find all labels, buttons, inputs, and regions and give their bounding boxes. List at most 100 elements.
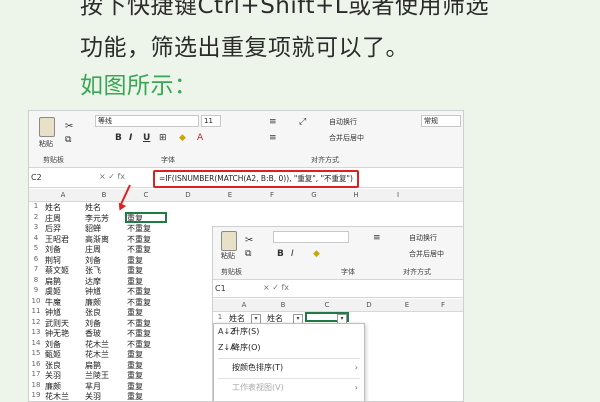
cell-column-c[interactable]: 不重复 xyxy=(127,244,151,255)
formula-bar-icons[interactable]: × ✓ fx xyxy=(99,172,125,181)
cell-column-b[interactable]: 达摩 xyxy=(85,276,101,287)
cell-column-c[interactable]: 不重复 xyxy=(127,286,151,297)
cell-column-c[interactable]: 重复 xyxy=(127,265,143,276)
align-icon-2[interactable]: ≡ xyxy=(373,233,381,243)
cell-column-a[interactable]: 扁鹊 xyxy=(45,276,61,287)
paste-icon-2[interactable] xyxy=(221,231,237,251)
cell-column-a[interactable]: 廉颇 xyxy=(45,381,61,392)
cell-column-b[interactable]: 关羽 xyxy=(85,391,101,401)
column-header-d[interactable]: D xyxy=(167,189,209,201)
selected-cell-c2[interactable] xyxy=(125,212,167,223)
column-header-h[interactable]: H xyxy=(335,189,377,201)
bold-button[interactable]: B xyxy=(115,133,122,143)
menu-item-sort-by-color[interactable]: 按颜色排序(T) › xyxy=(214,360,364,376)
cell-column-a[interactable]: 钟无艳 xyxy=(45,328,69,339)
cell-column-a[interactable]: 刘备 xyxy=(45,339,61,350)
cell-column-a[interactable]: 甄姬 xyxy=(45,349,61,360)
column-header-e[interactable]: E xyxy=(209,189,251,201)
cell-column-b[interactable]: 姓名 xyxy=(85,202,101,213)
cell-column-a[interactable]: 庄周 xyxy=(45,213,61,224)
bold-button-2[interactable]: B xyxy=(277,249,284,259)
cell-column-b[interactable]: 张良 xyxy=(85,307,101,318)
merge-center-button-2[interactable]: 合并后居中 xyxy=(409,249,444,259)
wrap-text-button-2[interactable]: 自动换行 xyxy=(409,233,437,243)
cell-column-c[interactable]: 不重复 xyxy=(127,339,151,350)
menu-item-sort-ascending[interactable]: A↓Z 升序(S) xyxy=(214,324,364,340)
menu-item-sort-descending[interactable]: Z↓A 降序(O) xyxy=(214,340,364,356)
column-header-e-2[interactable]: E xyxy=(389,299,425,311)
cell-column-b[interactable]: 廉颇 xyxy=(85,297,101,308)
cut-icon-2[interactable]: ✂ xyxy=(245,235,253,246)
column-header-d-2[interactable]: D xyxy=(349,299,389,311)
font-color-icon[interactable]: A xyxy=(197,133,203,143)
column-header-c-2[interactable]: C xyxy=(305,299,349,311)
column-header-f-2[interactable]: F xyxy=(425,299,461,311)
column-header-b[interactable]: B xyxy=(83,189,125,201)
italic-button[interactable]: I xyxy=(129,133,132,143)
cell-column-a[interactable]: 后羿 xyxy=(45,223,61,234)
align-top-icon[interactable]: ≡ xyxy=(269,117,277,127)
cell-column-c[interactable]: 不重复 xyxy=(127,318,151,329)
cell-column-c[interactable]: 不重复 xyxy=(127,328,151,339)
cell-column-b[interactable]: 张飞 xyxy=(85,265,101,276)
cell-column-a[interactable]: 武则天 xyxy=(45,318,69,329)
cell-column-a[interactable]: 王昭君 xyxy=(45,234,69,245)
column-header-f[interactable]: F xyxy=(251,189,293,201)
font-name-select-2[interactable] xyxy=(273,231,349,243)
cell-column-a[interactable]: 虞姬 xyxy=(45,286,61,297)
cell-column-a[interactable]: 刘备 xyxy=(45,244,61,255)
font-size-select[interactable]: 11 xyxy=(201,115,221,127)
cell-column-b[interactable]: 花木兰 xyxy=(85,349,109,360)
cut-icon[interactable]: ✂ xyxy=(65,121,73,132)
underline-button[interactable]: U xyxy=(143,133,150,143)
column-header-i[interactable]: I xyxy=(377,189,419,201)
cell-column-b[interactable]: 刘备 xyxy=(85,255,101,266)
cell-column-b[interactable]: 刘备 xyxy=(85,318,101,329)
column-header-a[interactable]: A xyxy=(43,189,83,201)
cell-column-c[interactable]: 重复 xyxy=(127,307,143,318)
cell-column-c[interactable]: 不重复 xyxy=(127,234,151,245)
column-header-c[interactable]: C xyxy=(125,189,167,201)
cell-column-c[interactable]: 重复 xyxy=(127,360,143,371)
cell-column-b[interactable]: 芈月 xyxy=(85,381,101,392)
column-header-a-2[interactable]: A xyxy=(227,299,261,311)
cell-column-c[interactable]: 重复 xyxy=(127,255,143,266)
cell-column-a[interactable]: 荆轲 xyxy=(45,255,61,266)
column-header-b-2[interactable]: B xyxy=(261,299,305,311)
column-header-g[interactable]: G xyxy=(293,189,335,201)
paste-button-label-2[interactable]: 粘贴 xyxy=(221,251,235,261)
cell-column-b[interactable]: 庄周 xyxy=(85,244,101,255)
cell-column-b[interactable]: 李元芳 xyxy=(85,213,109,224)
copy-icon-2[interactable]: ⧉ xyxy=(245,249,251,259)
paste-icon[interactable] xyxy=(39,117,55,137)
cell-column-b[interactable]: 花木兰 xyxy=(85,339,109,350)
paste-button-label[interactable]: 粘贴 xyxy=(39,139,53,149)
formula-bar-icons-2[interactable]: × ✓ fx xyxy=(263,283,289,292)
cell-column-c[interactable]: 不重复 xyxy=(127,297,151,308)
cell-column-b[interactable]: 钟馗 xyxy=(85,286,101,297)
name-box[interactable]: C2 xyxy=(31,172,91,184)
italic-button-2[interactable]: I xyxy=(291,249,294,259)
cell-column-c[interactable]: 重复 xyxy=(127,391,143,401)
cell-column-b[interactable]: 高渐离 xyxy=(85,234,109,245)
text-direction-icon[interactable]: ⤢ xyxy=(299,117,306,127)
cell-column-b[interactable]: 兰陵王 xyxy=(85,370,109,381)
cell-column-b[interactable]: 貂蝉 xyxy=(85,223,101,234)
cell-column-a[interactable]: 花木兰 xyxy=(45,391,69,401)
formula-input[interactable]: =IF(ISNUMBER(MATCH(A2, B:B, 0)), "重复", "… xyxy=(153,170,359,188)
cell-column-a[interactable]: 钟馗 xyxy=(45,307,61,318)
cell-column-a[interactable]: 蔡文姬 xyxy=(45,265,69,276)
merge-center-button[interactable]: 合并后居中 xyxy=(329,133,364,143)
copy-icon[interactable]: ⧉ xyxy=(65,135,71,145)
cell-column-c[interactable]: 重复 xyxy=(127,370,143,381)
font-name-select[interactable]: 等线 xyxy=(95,115,199,127)
fill-color-icon-2[interactable]: ◆ xyxy=(313,249,320,259)
cell-column-c[interactable]: 不重复 xyxy=(127,223,151,234)
cell-column-b[interactable]: 扁鹊 xyxy=(85,360,101,371)
cell-column-c[interactable]: 重复 xyxy=(127,349,143,360)
cell-column-a[interactable]: 姓名 xyxy=(45,202,61,213)
cell-column-c[interactable]: 重复 xyxy=(127,381,143,392)
cell-column-a[interactable]: 牛魔 xyxy=(45,297,61,308)
number-format-select[interactable]: 常规 xyxy=(421,115,461,127)
align-left-icon[interactable]: ≡ xyxy=(269,133,277,143)
